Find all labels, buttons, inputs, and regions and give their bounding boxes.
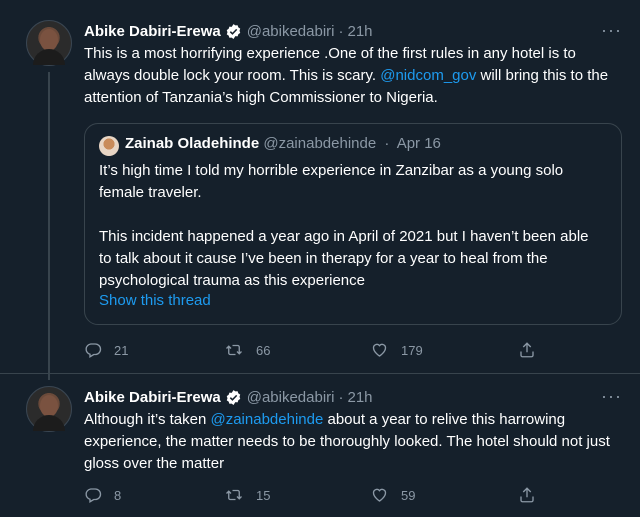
like-count: 179	[401, 342, 423, 358]
tweet-1[interactable]: Abike Dabiri-Erewa @abikedabiri · 21h ··…	[0, 0, 640, 380]
quote-avatar[interactable]	[99, 136, 119, 156]
retweet-button[interactable]: 66	[224, 341, 270, 359]
quote-date: Apr 16	[396, 135, 441, 152]
avatar[interactable]	[26, 386, 72, 432]
timestamp[interactable]: 21h	[348, 23, 373, 40]
tweet-text: Although it’s taken @zainabdehinde about…	[84, 409, 624, 475]
thread-connector-line	[48, 72, 50, 380]
author-handle[interactable]: @abikedabiri	[247, 23, 335, 40]
tweet-text-part: Although it’s taken	[84, 411, 211, 428]
retweet-icon	[226, 489, 242, 501]
retweet-button[interactable]: 15	[224, 486, 270, 504]
share-button[interactable]	[518, 341, 548, 359]
quoted-tweet[interactable]: Zainab Oladehinde @zainabdehinde · Apr 1…	[84, 123, 622, 325]
quote-paragraph-2: This incident happened a year ago in Apr…	[99, 228, 589, 289]
reply-icon	[85, 488, 102, 503]
tweet-text: This is a most horrifying experience .On…	[84, 43, 624, 109]
author-handle[interactable]: @abikedabiri	[247, 389, 335, 406]
more-icon[interactable]: ···	[601, 386, 622, 407]
avatar-head	[40, 395, 58, 417]
like-icon	[372, 343, 387, 357]
quote-text: It’s high time I told my horrible experi…	[99, 160, 604, 292]
retweet-count: 15	[256, 487, 271, 503]
retweet-count: 66	[256, 342, 271, 358]
tweet-header: Abike Dabiri-Erewa @abikedabiri · 21h	[84, 20, 373, 42]
share-button[interactable]	[518, 486, 548, 504]
share-icon	[520, 342, 534, 358]
author-name[interactable]: Abike Dabiri-Erewa	[84, 23, 221, 40]
verified-badge-icon	[225, 23, 242, 40]
timestamp[interactable]: 21h	[348, 389, 373, 406]
reply-count: 21	[114, 342, 129, 358]
separator-dot: ·	[338, 22, 344, 40]
quote-author-handle: @zainabdehinde	[263, 135, 377, 152]
separator-dot: ·	[338, 388, 344, 406]
author-name[interactable]: Abike Dabiri-Erewa	[84, 389, 221, 406]
quote-author-name: Zainab Oladehinde	[125, 135, 260, 152]
tweet-2[interactable]: Abike Dabiri-Erewa @abikedabiri · 21h ··…	[0, 374, 640, 517]
verified-badge-icon	[225, 389, 242, 406]
mention-link[interactable]: @nidcom_gov	[380, 67, 476, 84]
avatar-body	[33, 415, 65, 431]
tweet-header: Abike Dabiri-Erewa @abikedabiri · 21h	[84, 386, 373, 408]
tweet-actions: 8 15 59	[84, 486, 544, 506]
like-icon	[372, 488, 387, 502]
reply-button[interactable]: 21	[84, 341, 128, 359]
avatar[interactable]	[26, 20, 72, 66]
quote-header: Zainab Oladehinde @zainabdehinde · Apr 1…	[125, 135, 441, 152]
reply-count: 8	[114, 487, 122, 503]
show-thread-link[interactable]: Show this thread	[99, 292, 211, 309]
reply-icon	[85, 343, 102, 358]
retweet-icon	[226, 344, 242, 356]
share-icon	[520, 487, 534, 503]
like-button[interactable]: 179	[370, 341, 423, 359]
avatar-body	[33, 49, 65, 65]
reply-button[interactable]: 8	[84, 486, 121, 504]
mention-link[interactable]: @zainabdehinde	[210, 411, 323, 428]
like-count: 59	[401, 487, 416, 503]
quote-paragraph-1: It’s high time I told my horrible experi…	[99, 162, 564, 201]
more-icon[interactable]: ···	[601, 20, 622, 41]
avatar-head	[40, 29, 58, 51]
tweet-actions: 21 66 179	[84, 341, 544, 361]
like-button[interactable]: 59	[370, 486, 415, 504]
separator-dot: ·	[384, 135, 390, 152]
